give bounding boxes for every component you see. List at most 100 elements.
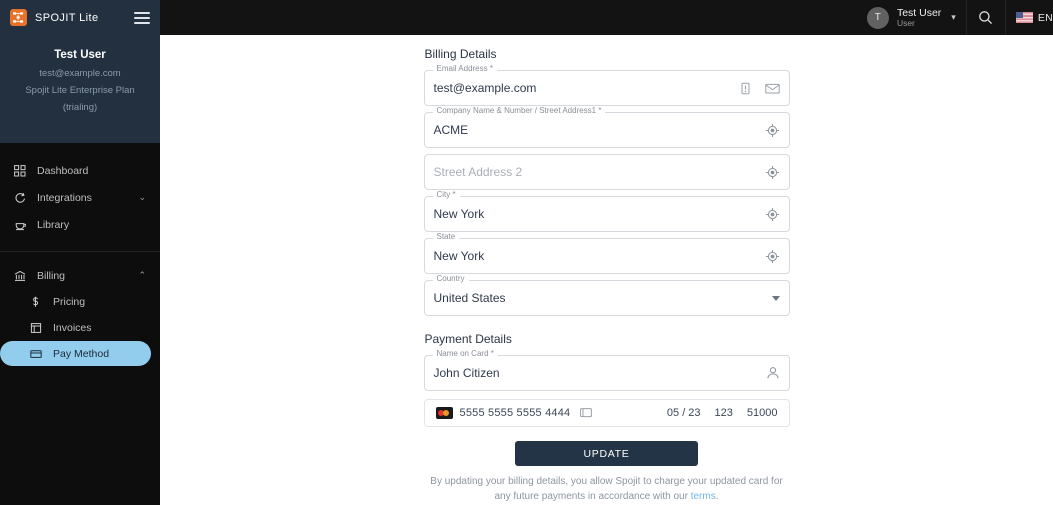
sidebar-sub-label: Pricing (53, 296, 86, 308)
topbar-user-name: Test User (896, 6, 942, 19)
legal-text-part2: . (715, 490, 719, 502)
sidebar-sub-label: Pay Method (53, 347, 110, 360)
sidebar-item-library[interactable]: Library (0, 211, 160, 238)
name-on-card-value: John Citizen (433, 366, 500, 380)
city-field-icons (765, 207, 780, 222)
country-select-label: Country (432, 275, 469, 283)
dashboard-grid-icon (13, 164, 26, 177)
legal-text-part1: By updating your billing details, you al… (430, 476, 783, 502)
sidebar-user-status: (trialing) (62, 102, 98, 113)
country-select[interactable]: Country United States (423, 275, 790, 316)
name-on-card-icons (766, 366, 780, 380)
dollar-icon (29, 296, 42, 308)
chevron-down-icon[interactable]: ▾ (951, 12, 956, 23)
state-field-value: New York (433, 249, 485, 263)
sidebar-item-pay-method[interactable]: Pay Method (0, 341, 151, 366)
app-root: SPOJIT Lite Test User test@example.com S… (0, 0, 1053, 505)
card-cvc-value: 123 (714, 407, 733, 419)
topbar-user-role: User (896, 17, 915, 28)
city-field-value: New York (433, 207, 485, 221)
sidebar-sub-label: Invoices (53, 322, 92, 334)
street-address-2-field[interactable]: Street Address 2 (423, 154, 790, 190)
avatar: T (866, 6, 889, 29)
state-field-icons (765, 249, 780, 264)
name-on-card-field[interactable]: Name on Card * John Citizen (423, 350, 790, 391)
card-number-value: 5555 5555 5555 4444 (459, 407, 571, 419)
city-field-label: City * (432, 191, 460, 199)
company-field-label: Company Name & Number / Street Address1 … (432, 107, 606, 115)
name-on-card-label: Name on Card * (432, 350, 498, 358)
topbar: T Test User User ▾ EN (160, 0, 1053, 35)
sidebar-header: SPOJIT Lite (0, 0, 160, 35)
main-content: Billing Details Email Address * test@exa… (160, 35, 1053, 505)
sidebar-divider (0, 251, 160, 252)
email-field[interactable]: Email Address * test@example.com (423, 65, 790, 106)
sidebar-user-plan: Spojit Lite Enterprise Plan (25, 85, 135, 96)
brand[interactable]: SPOJIT Lite (10, 9, 99, 26)
sidebar: SPOJIT Lite Test User test@example.com S… (0, 0, 160, 505)
email-field-label: Email Address * (432, 65, 497, 73)
sidebar-item-pricing[interactable]: Pricing (0, 289, 160, 315)
state-field-label: State (432, 233, 460, 241)
billing-form: Billing Details Email Address * test@exa… (423, 35, 790, 504)
us-flag-icon (1015, 12, 1033, 23)
integrations-icon (13, 192, 26, 204)
invoice-icon (29, 322, 42, 334)
target-location-icon[interactable] (765, 249, 780, 264)
card-expiry-value: 05 / 23 (666, 407, 701, 419)
mastercard-icon (435, 407, 453, 419)
sidebar-user-name: Test User (54, 49, 106, 61)
envelope-icon[interactable] (764, 82, 780, 95)
terms-link[interactable]: terms (691, 491, 716, 502)
sidebar-nav: Dashboard Integrations ⌄ Library Billing… (0, 143, 160, 366)
topbar-user-menu[interactable]: T Test User User ▾ (866, 0, 966, 35)
billing-details-title: Billing Details (424, 47, 497, 61)
language-selector[interactable]: EN (1006, 0, 1053, 35)
language-label: EN (1037, 11, 1053, 24)
card-zip-value: 51000 (746, 407, 778, 419)
target-location-icon[interactable] (765, 207, 780, 222)
legal-disclaimer: By updating your billing details, you al… (424, 475, 790, 504)
chevron-down-icon[interactable] (771, 295, 780, 301)
city-field[interactable]: City * New York (423, 191, 790, 232)
credit-card-icon (29, 348, 42, 360)
chevron-up-icon[interactable]: ⌃ (138, 270, 146, 281)
sidebar-user-summary: Test User test@example.com Spojit Lite E… (0, 35, 160, 143)
sidebar-user-email: test@example.com (39, 68, 121, 79)
sidebar-item-integrations[interactable]: Integrations ⌄ (0, 184, 160, 211)
sidebar-item-dashboard[interactable]: Dashboard (0, 157, 160, 184)
sidebar-item-label: Dashboard (37, 164, 89, 177)
chevron-down-icon[interactable]: ⌄ (138, 192, 146, 203)
sidebar-item-billing[interactable]: Billing ⌃ (0, 262, 160, 289)
search-button[interactable] (967, 0, 1005, 35)
hamburger-menu-icon[interactable] (134, 11, 150, 24)
state-field[interactable]: State New York (423, 233, 790, 274)
person-icon[interactable] (766, 366, 780, 380)
alert-box-icon[interactable] (739, 82, 752, 95)
network-nodes-icon (10, 9, 27, 26)
update-button[interactable]: UPDATE (515, 441, 698, 466)
target-location-icon[interactable] (765, 165, 780, 180)
topbar-user-text: Test User User (897, 7, 941, 29)
library-icon (13, 219, 26, 231)
country-select-icons (771, 295, 780, 301)
sidebar-item-invoices[interactable]: Invoices (0, 315, 160, 341)
company-field[interactable]: Company Name & Number / Street Address1 … (423, 107, 790, 148)
sidebar-item-label: Integrations (37, 191, 92, 204)
bank-icon (13, 270, 26, 282)
card-number-row[interactable]: 5555 5555 5555 4444 05 / 23 123 51000 (423, 399, 790, 427)
street-address-2-icons (765, 165, 780, 180)
search-icon (978, 10, 993, 25)
company-field-value: ACME (433, 123, 469, 137)
sidebar-item-label: Billing (37, 269, 66, 282)
company-field-icons (765, 123, 780, 138)
email-field-icons (739, 82, 780, 95)
country-select-value: United States (433, 291, 506, 305)
sidebar-item-label: Library (37, 218, 70, 231)
email-field-value: test@example.com (433, 81, 537, 95)
street-address-2-placeholder: Street Address 2 (433, 165, 523, 179)
card-extra-values: 05 / 23 123 51000 (667, 407, 778, 419)
credit-card-icon (580, 408, 593, 418)
brand-name: SPOJIT Lite (35, 11, 99, 24)
target-location-icon[interactable] (765, 123, 780, 138)
